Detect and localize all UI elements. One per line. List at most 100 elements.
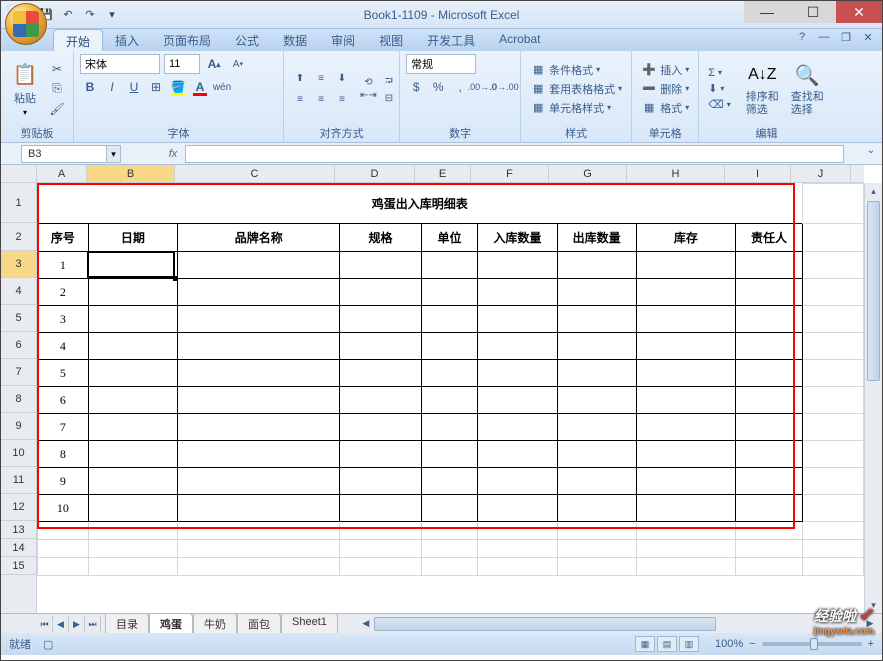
conditional-format-button[interactable]: ▦条件格式▾ — [527, 61, 625, 79]
sheet-tab[interactable]: 目录 — [105, 613, 149, 634]
data-cell[interactable] — [736, 468, 803, 495]
maximize-button[interactable]: ☐ — [790, 1, 836, 23]
cell-styles-button[interactable]: ▦单元格样式▾ — [527, 99, 625, 117]
empty-cell[interactable] — [736, 522, 803, 540]
data-cell[interactable] — [636, 279, 735, 306]
data-cell[interactable] — [736, 306, 803, 333]
row-header[interactable]: 1 — [1, 183, 36, 223]
scroll-up-icon[interactable]: ▴ — [865, 183, 882, 199]
empty-cell[interactable] — [178, 522, 340, 540]
data-cell[interactable] — [178, 333, 340, 360]
clear-button[interactable]: ⌫▾ — [705, 97, 734, 112]
empty-cell[interactable] — [803, 558, 864, 576]
column-headers[interactable]: ABCDEFGHIJ — [37, 165, 864, 183]
data-cell[interactable] — [478, 414, 557, 441]
doc-restore-icon[interactable]: ❐ — [838, 31, 854, 47]
data-cell[interactable] — [421, 468, 478, 495]
help-icon[interactable]: ? — [794, 31, 810, 47]
column-header[interactable]: G — [549, 165, 627, 182]
data-cell[interactable] — [557, 387, 636, 414]
normal-view-icon[interactable]: ▦ — [635, 636, 655, 652]
insert-cells-button[interactable]: ➕插入▾ — [638, 61, 692, 79]
hscroll-thumb[interactable] — [374, 617, 716, 631]
row-header[interactable]: 10 — [1, 440, 36, 467]
delete-cells-button[interactable]: ➖删除▾ — [638, 80, 692, 98]
data-cell[interactable] — [636, 414, 735, 441]
office-button[interactable] — [5, 3, 47, 45]
row-header[interactable]: 3 — [1, 251, 36, 278]
row-header[interactable]: 11 — [1, 467, 36, 494]
column-header[interactable]: E — [415, 165, 471, 182]
data-cell[interactable] — [421, 441, 478, 468]
data-cell[interactable] — [340, 279, 421, 306]
empty-cell[interactable] — [178, 558, 340, 576]
row-header[interactable]: 15 — [1, 557, 36, 575]
grow-font-icon[interactable]: A▴ — [204, 54, 224, 74]
sheet-nav-prev-icon[interactable]: ◀ — [53, 616, 69, 632]
ribbon-tab[interactable]: 数据 — [271, 29, 319, 51]
worksheet-grid[interactable]: ABCDEFGHIJ 123456789101112131415 鸡蛋出入库明细… — [1, 165, 882, 613]
data-cell[interactable] — [478, 495, 557, 522]
data-cell[interactable] — [736, 360, 803, 387]
data-cell[interactable] — [557, 306, 636, 333]
data-cell[interactable] — [557, 468, 636, 495]
empty-cell[interactable] — [421, 522, 478, 540]
row-header[interactable]: 7 — [1, 359, 36, 386]
table-header-cell[interactable]: 责任人 — [736, 224, 803, 252]
data-cell[interactable] — [421, 279, 478, 306]
data-cell[interactable] — [557, 333, 636, 360]
column-header[interactable]: I — [725, 165, 791, 182]
empty-cell[interactable] — [38, 540, 89, 558]
find-select-button[interactable]: 🔍 查找和 选择 — [787, 59, 828, 117]
data-cell[interactable] — [340, 252, 421, 279]
fx-button[interactable]: fx — [161, 148, 185, 160]
data-cell[interactable] — [88, 360, 177, 387]
data-cell[interactable] — [557, 495, 636, 522]
cut-icon[interactable]: ✂ — [47, 60, 67, 78]
table-header-cell[interactable]: 单位 — [421, 224, 478, 252]
data-cell[interactable] — [421, 414, 478, 441]
vertical-scrollbar[interactable]: ▴ ▾ — [864, 183, 882, 613]
data-cell[interactable]: 5 — [38, 360, 89, 387]
row-header[interactable]: 6 — [1, 332, 36, 359]
zoom-in-button[interactable]: + — [868, 638, 874, 650]
row-header[interactable]: 5 — [1, 305, 36, 332]
data-cell[interactable] — [178, 495, 340, 522]
data-cell[interactable] — [557, 279, 636, 306]
empty-cell[interactable] — [340, 558, 421, 576]
ribbon-tab[interactable]: 开始 — [53, 29, 103, 51]
align-middle-icon[interactable]: ≡ — [311, 68, 331, 88]
data-cell[interactable] — [88, 414, 177, 441]
data-cell[interactable] — [340, 333, 421, 360]
currency-icon[interactable]: $ — [406, 77, 426, 97]
data-cell[interactable] — [178, 441, 340, 468]
percent-icon[interactable]: % — [428, 77, 448, 97]
data-cell[interactable] — [178, 252, 340, 279]
data-cell[interactable] — [88, 495, 177, 522]
data-cell[interactable] — [636, 306, 735, 333]
data-cell[interactable] — [557, 360, 636, 387]
data-cell[interactable] — [178, 414, 340, 441]
data-cell[interactable] — [736, 252, 803, 279]
fill-handle[interactable] — [173, 276, 178, 281]
empty-cell[interactable] — [478, 558, 557, 576]
data-cell[interactable] — [340, 414, 421, 441]
sheet-title-cell[interactable]: 鸡蛋出入库明细表 — [38, 184, 803, 224]
sort-filter-button[interactable]: A↓Z 排序和 筛选 — [742, 59, 783, 117]
empty-cell[interactable] — [736, 540, 803, 558]
row-header[interactable]: 9 — [1, 413, 36, 440]
table-header-cell[interactable]: 序号 — [38, 224, 89, 252]
align-top-icon[interactable]: ⬆ — [290, 68, 310, 88]
empty-cell[interactable] — [88, 558, 177, 576]
empty-cell[interactable] — [557, 522, 636, 540]
empty-cell[interactable] — [421, 540, 478, 558]
doc-close-icon[interactable]: ✕ — [860, 31, 876, 47]
data-cell[interactable] — [178, 360, 340, 387]
zoom-level[interactable]: 100% — [715, 638, 743, 650]
data-cell[interactable] — [421, 495, 478, 522]
data-cell[interactable] — [421, 333, 478, 360]
table-header-cell[interactable]: 品牌名称 — [178, 224, 340, 252]
data-cell[interactable] — [478, 441, 557, 468]
column-header[interactable]: H — [627, 165, 725, 182]
shrink-font-icon[interactable]: A▾ — [228, 54, 248, 74]
